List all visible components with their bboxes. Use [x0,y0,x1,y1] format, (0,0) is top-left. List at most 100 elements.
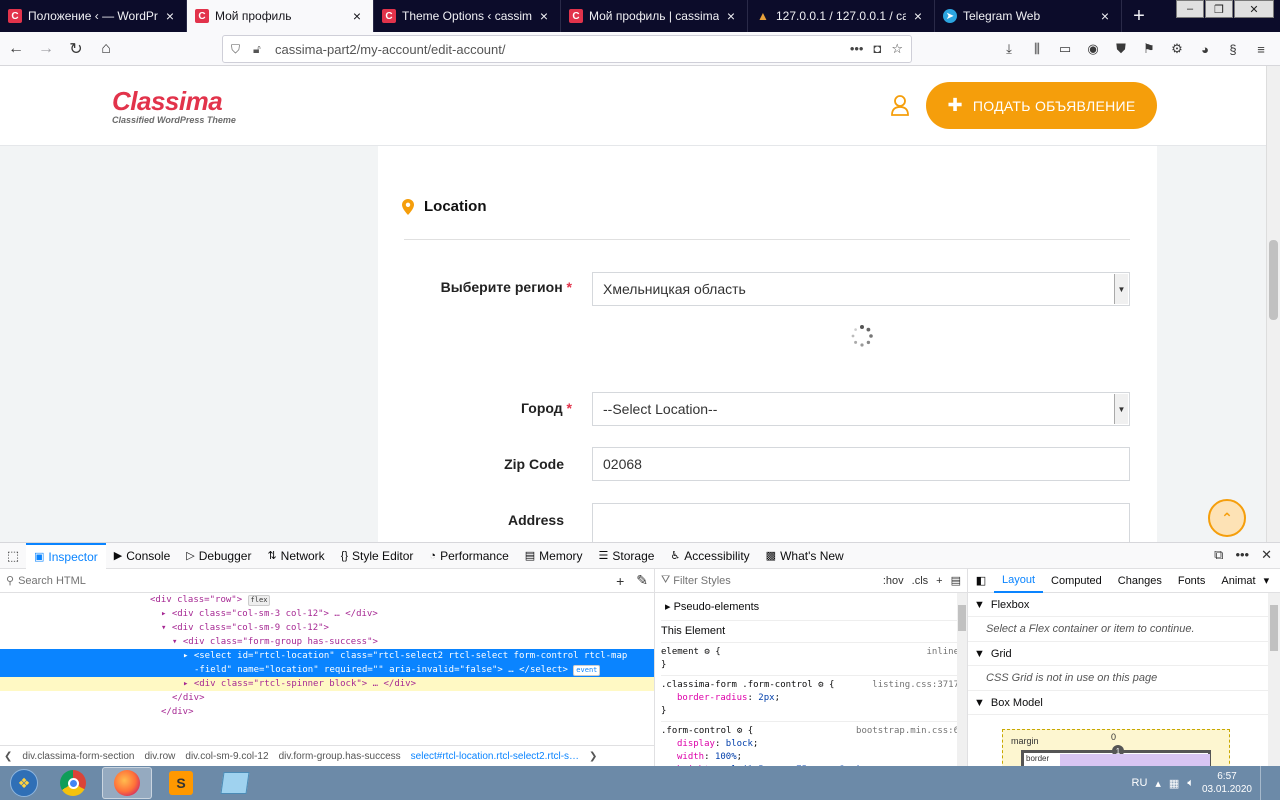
markup-tree-row[interactable]: ▸ <div class="rtcl-spinner block"> … </d… [0,677,654,691]
pseudo-elements-toggle[interactable]: ▸ Pseudo-elements [661,597,961,621]
markup-tree-row[interactable]: <div class="row"> flex [0,593,654,607]
chevron-down-icon[interactable]: ▼ [1114,394,1128,424]
url-text[interactable]: cassima-part2/my-account/edit-account/ [275,42,850,57]
markup-tree-row[interactable]: ▸ <select id="rtcl-location" class="rtcl… [0,649,654,663]
forward-button[interactable]: → [32,35,60,63]
tab-layout[interactable]: Layout [994,569,1044,593]
scroll-to-top-button[interactable]: ⌃ [1208,499,1246,537]
close-icon[interactable]: × [349,8,365,24]
browser-tab[interactable]: ▲ 127.0.0.1 / 127.0.0.1 / cassim × [748,0,935,32]
flexbox-section-toggle[interactable]: ▼ Flexbox [968,593,1280,617]
bookmark-star-icon[interactable]: ☆ [891,41,903,57]
sidebar-icon[interactable]: ▭ [1054,38,1076,60]
browser-tab[interactable]: ➤ Telegram Web × [935,0,1122,32]
show-desktop-button[interactable] [1260,766,1272,800]
tab-storage[interactable]: ☰ Storage [591,543,663,569]
filter-styles[interactable]: ⛛ Filter Styles :hov .cls + ▤ [655,569,967,593]
css-rule[interactable]: .form-control ⚙ {bootstrap.min.css:6 disp… [661,722,961,767]
add-node-icon[interactable]: + [616,573,624,589]
scrollbar-thumb[interactable] [1270,605,1278,651]
css-rule-source[interactable]: bootstrap.min.css:6 [856,725,959,738]
tab-debugger[interactable]: ▷ Debugger [178,543,259,569]
extension-shield-icon[interactable]: ⛊ [1110,38,1132,60]
reload-button[interactable]: ↻ [62,35,90,63]
language-indicator[interactable]: RU [1132,777,1148,789]
tab-console[interactable]: ▶ Console [106,543,179,569]
region-select[interactable]: Хмельницкая область ▼ [592,272,1130,306]
clock[interactable]: 6:57 03.01.2020 [1202,770,1252,796]
page-scrollbar[interactable] [1266,66,1280,542]
close-window-button[interactable]: ✕ [1234,0,1274,18]
element-picker-icon[interactable]: ⬚ [0,548,26,564]
site-logo[interactable]: Classima Classified WordPress Theme [112,88,236,125]
tab-performance[interactable]: ◔ Performance [421,543,516,569]
toggle-sidebar-icon[interactable]: ◧ [968,574,994,587]
tabs-overflow-icon[interactable]: ▾ [1264,574,1270,587]
margin-value[interactable]: 0 [1111,732,1116,742]
layout-scrollbar[interactable] [1268,593,1280,767]
breadcrumb-prev-icon[interactable]: ❮ [4,751,12,762]
breadcrumb-item[interactable]: div.classima-form-section [22,751,134,762]
close-icon[interactable]: × [723,8,739,24]
css-property-name[interactable]: display [677,739,715,749]
css-rule-source[interactable]: listing.css:3717 [872,679,959,692]
css-property[interactable]: border-radius: 2px; [661,692,961,705]
markup-tree-row[interactable]: -field" name="location" required="" aria… [0,663,654,677]
search-input[interactable]: Search HTML [18,575,604,587]
close-icon[interactable]: × [910,8,926,24]
close-icon[interactable]: ✕ [1261,547,1272,563]
network-icon[interactable]: ▦ [1169,777,1179,790]
extension-sc-icon[interactable]: § [1222,38,1244,60]
eyedropper-icon[interactable]: ✎ [636,572,648,589]
close-icon[interactable]: × [536,8,552,24]
page-actions-icon[interactable]: ••• [850,41,864,57]
menu-icon[interactable]: ≡ [1250,38,1272,60]
home-button[interactable]: ⌂ [92,35,120,63]
tab-whats-new[interactable]: ▩ What's New [758,543,852,569]
cls-toggle[interactable]: .cls [912,575,929,587]
css-rule-source[interactable]: inline [926,646,959,659]
shield-icon[interactable]: ⛉ [231,42,249,57]
library-icon[interactable]: ⫼ [1026,38,1048,60]
css-rule[interactable]: .classima-form .form-control ⚙ {listing.… [661,676,961,722]
restore-button[interactable]: ❐ [1205,0,1233,18]
css-property-value[interactable]: 2px [758,693,774,703]
post-ad-button[interactable]: ✚ ПОДАТЬ ОБЪЯВЛЕНИЕ [926,82,1157,129]
css-rule[interactable]: element ⚙ {inline} [661,643,961,676]
new-tab-button[interactable]: + [1122,0,1156,32]
markup-tree-row[interactable]: ▾ <div class="form-group has-success"> [0,635,654,649]
tray-arrow-icon[interactable]: ▴ [1155,777,1161,790]
markup-badge[interactable]: event [573,665,601,676]
pocket-icon[interactable]: ◘ [873,41,881,57]
extension-icon[interactable]: ⚑ [1138,38,1160,60]
breadcrumb-item[interactable]: div.col-sm-9.col-12 [185,751,268,762]
taskbar-sublime[interactable]: S [156,767,206,799]
url-bar[interactable]: ⛉ 🔓︎ cassima-part2/my-account/edit-accou… [222,35,912,63]
add-rule-icon[interactable]: + [936,575,942,587]
tab-network[interactable]: ⇅ Network [259,543,332,569]
tab-computed[interactable]: Computed [1043,569,1110,593]
account-icon[interactable]: ◉ [1082,38,1104,60]
more-options-icon[interactable]: ••• [1235,547,1249,563]
markup-tree-row[interactable]: ▸ <div class="col-sm-3 col-12"> … </div> [0,607,654,621]
extension-eye-icon[interactable]: ◕ [1194,38,1216,60]
close-icon[interactable]: × [162,8,178,24]
rules-scrollbar[interactable] [957,593,967,767]
browser-tab-active[interactable]: C Мой профиль × [187,0,374,32]
city-select[interactable]: --Select Location-- ▼ [592,392,1130,426]
insecure-lock-icon[interactable]: 🔓︎ [253,42,271,57]
translate-icon[interactable]: ⚙ [1166,38,1188,60]
tab-accessibility[interactable]: ♿︎ Accessibility [662,543,757,569]
browser-tab[interactable]: C Theme Options ‹ cassima — × [374,0,561,32]
browser-tab[interactable]: C Положение ‹ — WordPress × [0,0,187,32]
markup-tree-row[interactable]: ▾ <div class="col-sm-9 col-12"> [0,621,654,635]
volume-icon[interactable]: 🔈︎ [1187,777,1194,790]
dock-icon[interactable]: ⧉ [1214,547,1223,563]
css-property-name[interactable]: width [677,752,704,762]
taskbar-notepad[interactable] [210,767,260,799]
tab-fonts[interactable]: Fonts [1170,569,1214,593]
start-button[interactable]: ❖ [4,767,44,799]
tab-animations[interactable]: Animat [1213,569,1263,593]
tab-changes[interactable]: Changes [1110,569,1170,593]
chevron-down-icon[interactable]: ▼ [1114,274,1128,304]
